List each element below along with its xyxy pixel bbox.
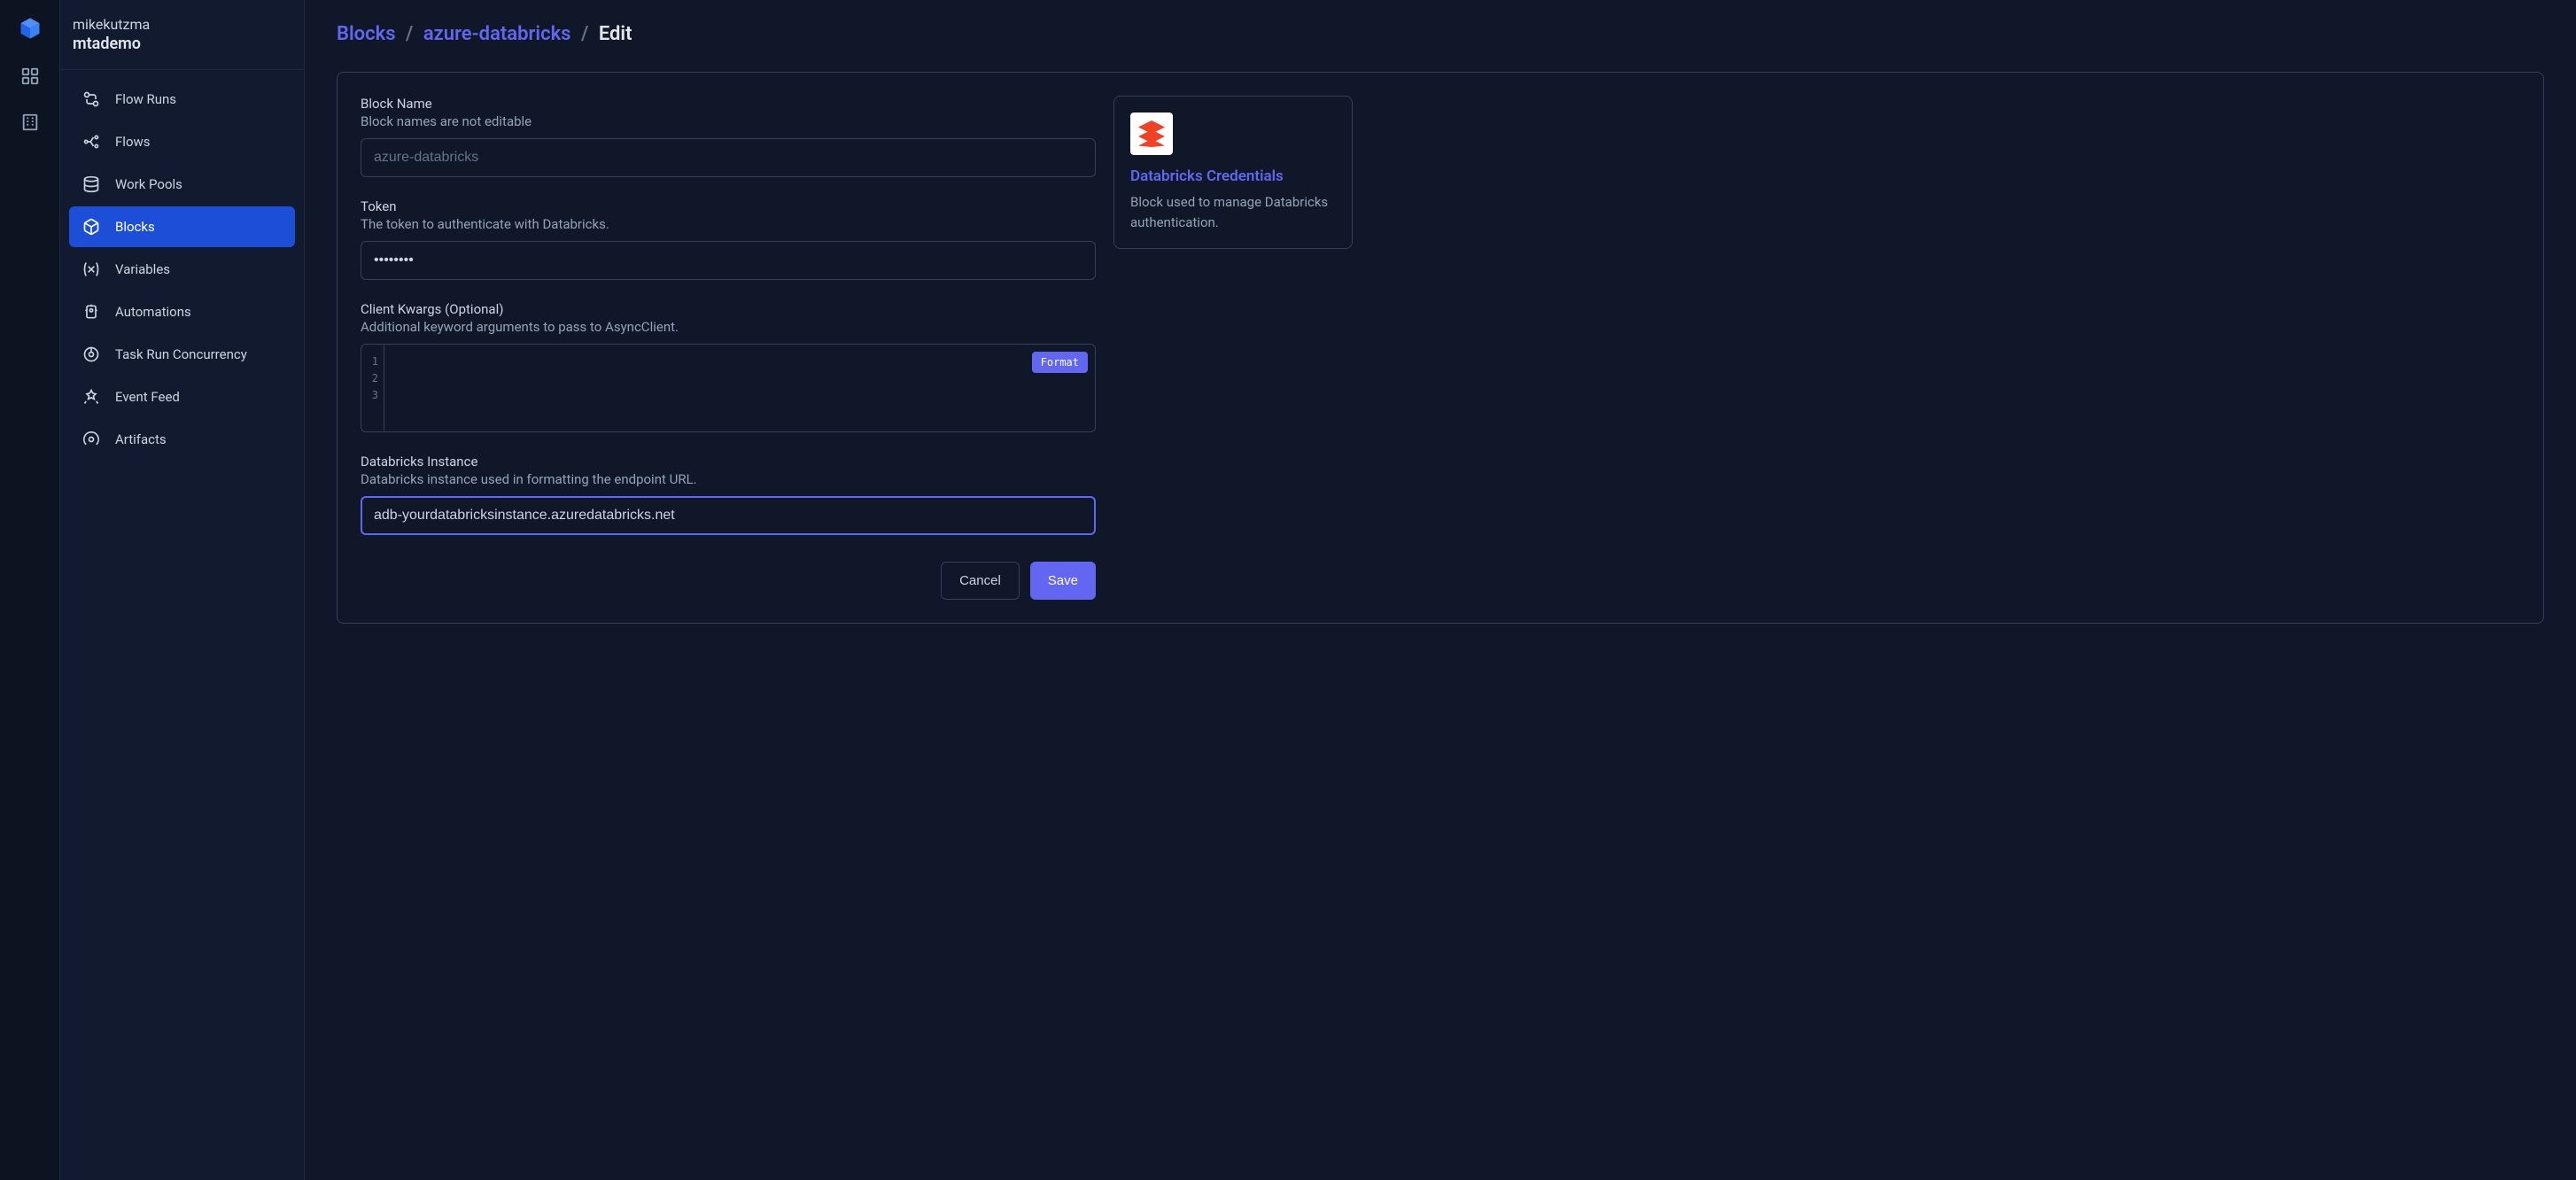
organization-icon[interactable]	[19, 112, 41, 133]
info-card: Databricks Credentials Block used to man…	[1113, 96, 1353, 249]
sidebar-item-label: Event Feed	[115, 389, 180, 405]
app-logo[interactable]	[18, 16, 43, 41]
field-databricks-instance: Databricks Instance Databricks instance …	[361, 454, 1096, 535]
work-pools-icon	[81, 175, 101, 194]
token-desc: The token to authenticate with Databrick…	[361, 216, 1096, 232]
sidebar-item-task-concurrency[interactable]: Task Run Concurrency	[69, 334, 295, 375]
edit-panel: Block Name Block names are not editable …	[337, 72, 2544, 624]
breadcrumb-item[interactable]: azure-databricks	[423, 23, 571, 45]
sidebar-item-automations[interactable]: Automations	[69, 291, 295, 332]
field-block-name: Block Name Block names are not editable	[361, 96, 1096, 177]
main-content: Blocks / azure-databricks / Edit Block N…	[305, 0, 2576, 1180]
instance-input[interactable]	[361, 496, 1096, 535]
workspace-header[interactable]: mikekutzma mtademo	[60, 0, 304, 70]
cancel-button[interactable]: Cancel	[941, 562, 1020, 600]
sidebar: mikekutzma mtademo Flow Runs Flows Work …	[60, 0, 305, 1180]
sidebar-item-label: Automations	[115, 304, 191, 320]
blocks-icon	[81, 217, 101, 237]
sidebar-item-blocks[interactable]: Blocks	[69, 206, 295, 247]
sidebar-item-label: Flows	[115, 134, 151, 150]
nav-rail	[0, 0, 60, 1180]
sidebar-item-label: Flow Runs	[115, 91, 176, 107]
sidebar-item-label: Artifacts	[115, 431, 167, 447]
sidebar-item-flow-runs[interactable]: Flow Runs	[69, 79, 295, 120]
breadcrumb: Blocks / azure-databricks / Edit	[337, 23, 2544, 45]
breadcrumb-blocks[interactable]: Blocks	[337, 23, 396, 45]
sidebar-item-artifacts[interactable]: Artifacts	[69, 419, 295, 460]
info-card-desc: Block used to manage Databricks authenti…	[1130, 192, 1336, 232]
event-feed-icon	[81, 387, 101, 407]
sidebar-item-flows[interactable]: Flows	[69, 121, 295, 162]
sidebar-item-label: Blocks	[115, 219, 155, 235]
save-button[interactable]: Save	[1030, 562, 1096, 600]
form-actions: Cancel Save	[361, 562, 1096, 600]
token-label: Token	[361, 198, 1096, 214]
token-input[interactable]	[361, 241, 1096, 280]
client-kwargs-label: Client Kwargs (Optional)	[361, 301, 1096, 317]
instance-label: Databricks Instance	[361, 454, 1096, 470]
client-kwargs-desc: Additional keyword arguments to pass to …	[361, 319, 1096, 335]
automations-icon	[81, 302, 101, 322]
field-client-kwargs: Client Kwargs (Optional) Additional keyw…	[361, 301, 1096, 432]
username: mikekutzma	[73, 16, 291, 33]
instance-desc: Databricks instance used in formatting t…	[361, 471, 1096, 487]
format-button[interactable]: Format	[1032, 352, 1088, 373]
sidebar-item-work-pools[interactable]: Work Pools	[69, 164, 295, 205]
sidebar-item-event-feed[interactable]: Event Feed	[69, 377, 295, 417]
client-kwargs-editor[interactable]: 1 2 3 Format	[361, 344, 1096, 432]
artifacts-icon	[81, 430, 101, 449]
block-name-label: Block Name	[361, 96, 1096, 112]
sidebar-item-label: Work Pools	[115, 176, 182, 192]
breadcrumb-separator: /	[581, 23, 588, 45]
workspace-name: mtademo	[73, 35, 291, 53]
field-token: Token The token to authenticate with Dat…	[361, 198, 1096, 280]
info-card-title[interactable]: Databricks Credentials	[1130, 167, 1336, 185]
task-concurrency-icon	[81, 345, 101, 364]
breadcrumb-current: Edit	[599, 23, 632, 45]
breadcrumb-separator: /	[406, 23, 413, 45]
block-name-input	[361, 138, 1096, 177]
block-name-desc: Block names are not editable	[361, 113, 1096, 129]
edit-form: Block Name Block names are not editable …	[361, 96, 1096, 600]
flow-runs-icon	[81, 89, 101, 109]
databricks-logo	[1130, 113, 1173, 155]
variables-icon	[81, 260, 101, 279]
dashboard-icon[interactable]	[19, 66, 41, 87]
flows-icon	[81, 132, 101, 151]
sidebar-item-label: Variables	[115, 261, 170, 277]
code-area[interactable]	[384, 345, 1095, 431]
sidebar-item-variables[interactable]: Variables	[69, 249, 295, 290]
code-gutter: 1 2 3	[361, 345, 384, 431]
sidebar-item-label: Task Run Concurrency	[115, 346, 247, 362]
sidebar-nav: Flow Runs Flows Work Pools Blocks Variab…	[60, 70, 304, 470]
